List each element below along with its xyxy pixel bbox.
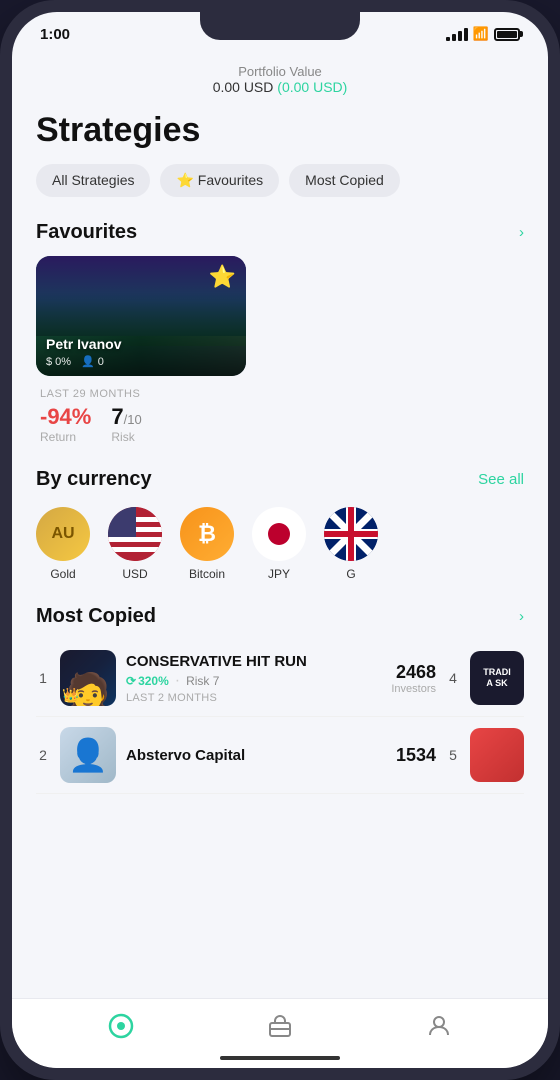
gold-label: Gold (50, 567, 75, 581)
copied-investors-2: 1534 (396, 745, 436, 766)
card-image: ⭐ Petr Ivanov $ 0% 👤 (36, 256, 246, 376)
page-title: Strategies (12, 107, 548, 164)
card-return-meta: $ 0% (46, 355, 71, 368)
btc-icon: ₿ (180, 507, 234, 561)
rank-right-1: 4 (446, 670, 460, 686)
dollar-icon: $ (46, 356, 52, 368)
copied-risk-1: Risk 7 (186, 674, 219, 688)
status-icons: 📶 (446, 26, 520, 42)
home-indicator (220, 1056, 340, 1060)
currency-title: By currency (36, 468, 152, 491)
currency-gold[interactable]: AU Gold (36, 507, 90, 581)
most-copied-link[interactable]: › (519, 608, 524, 625)
favourites-card[interactable]: ⭐ Petr Ivanov $ 0% 👤 (36, 256, 246, 444)
jpy-label: JPY (268, 567, 290, 581)
card-return-value: -94% (40, 404, 91, 430)
rank-1: 1 (36, 670, 50, 686)
gbp-label: G (346, 567, 355, 581)
return-arrow-icon: ⟳ (126, 674, 136, 688)
portfolio-label: Portfolio Value (32, 64, 528, 79)
signal-icon (446, 28, 468, 41)
currency-row: AU Gold USD ₿ Bitcoin (12, 503, 548, 601)
investors-label-1: Investors (391, 683, 436, 695)
card-copiers-meta: 👤 0 (81, 355, 104, 368)
copied-months-1: LAST 2 MONTHS (126, 692, 381, 704)
copied-item-2[interactable]: 2 👤 Abstervo Capital 1534 5 (36, 717, 524, 794)
chart-2 (470, 728, 524, 782)
rank-right-2: 5 (446, 747, 460, 763)
card-return-label: Return (40, 430, 91, 444)
card-info: Petr Ivanov $ 0% 👤 0 (46, 336, 121, 368)
favourites-section-header: Favourites › (12, 217, 548, 256)
portfolio-nav-icon (267, 1013, 293, 1045)
main-scroll[interactable]: Portfolio Value 0.00 USD (0.00 USD) Stra… (12, 56, 548, 998)
copied-info-1: CONSERVATIVE HIT RUN ⟳ 320% · Risk 7 LAS… (126, 653, 381, 704)
tab-most-copied[interactable]: Most Copied (289, 164, 400, 197)
rank-2: 2 (36, 747, 50, 763)
currency-section-header: By currency See all (12, 464, 548, 503)
nav-profile[interactable] (410, 1007, 468, 1051)
tab-favourites[interactable]: ⭐ Favourites (160, 164, 279, 197)
favourites-scroll: ⭐ Petr Ivanov $ 0% 👤 (12, 256, 548, 464)
card-stats: -94% Return 7/10 Risk (40, 404, 242, 444)
portfolio-value: 0.00 USD (0.00 USD) (32, 79, 528, 95)
phone-notch (200, 12, 360, 40)
card-duration-label: LAST 29 MONTHS (40, 388, 242, 400)
portfolio-header: Portfolio Value 0.00 USD (0.00 USD) (12, 56, 548, 107)
strategy-card-petr[interactable]: ⭐ Petr Ivanov $ 0% 👤 (36, 256, 246, 376)
favourites-link[interactable]: › (519, 224, 524, 241)
gbp-icon (324, 507, 378, 561)
currency-jpy[interactable]: JPY (252, 507, 306, 581)
card-star-icon: ⭐ (209, 264, 236, 290)
copied-info-2: Abstervo Capital (126, 747, 386, 764)
avatar-2: 👤 (60, 727, 116, 783)
strategies-nav-icon (108, 1013, 134, 1045)
person-icon: 👤 (81, 355, 95, 368)
most-copied-list: 1 🧑 👑 CONSERVATIVE HIT RUN ⟳ 320% (12, 640, 548, 794)
most-copied-header: Most Copied › (12, 601, 548, 640)
investors-count-2: 1534 (396, 745, 436, 766)
card-risk-label: Risk (111, 430, 141, 444)
investors-count-1: 2468 (391, 662, 436, 683)
copied-name-2: Abstervo Capital (126, 747, 386, 764)
phone-screen: 1:00 📶 Portfolio Value 0.00 (12, 12, 548, 1068)
card-stats-row: LAST 29 MONTHS -94% Return 7/10 Risk (36, 376, 246, 444)
nav-portfolio[interactable] (251, 1007, 309, 1051)
wifi-icon: 📶 (473, 26, 489, 42)
card-risk-stat: 7/10 Risk (111, 404, 141, 444)
usd-label: USD (122, 567, 147, 581)
favourites-title: Favourites (36, 221, 137, 244)
chart-1: TRADIA SK (470, 651, 524, 705)
currency-see-all[interactable]: See all (478, 471, 524, 488)
status-time: 1:00 (40, 26, 70, 43)
battery-icon (494, 28, 520, 41)
card-trader-name: Petr Ivanov (46, 336, 121, 352)
copied-item-1[interactable]: 1 🧑 👑 CONSERVATIVE HIT RUN ⟳ 320% (36, 640, 524, 717)
card-risk-value: 7/10 (111, 404, 141, 430)
avatar-1: 🧑 👑 (60, 650, 116, 706)
jpy-icon (252, 507, 306, 561)
copied-name-1: CONSERVATIVE HIT RUN (126, 653, 381, 670)
gold-icon: AU (36, 507, 90, 561)
currency-btc[interactable]: ₿ Bitcoin (180, 507, 234, 581)
profile-nav-icon (426, 1013, 452, 1045)
card-meta: $ 0% 👤 0 (46, 355, 121, 368)
copied-stats-row-1: ⟳ 320% · Risk 7 (126, 672, 381, 690)
filter-tabs: All Strategies ⭐ Favourites Most Copied (12, 164, 548, 217)
currency-gbp[interactable]: G (324, 507, 378, 581)
nav-strategies[interactable] (92, 1007, 150, 1051)
currency-usd[interactable]: USD (108, 507, 162, 581)
copied-investors-1: 2468 Investors (391, 662, 436, 695)
phone-frame: 1:00 📶 Portfolio Value 0.00 (0, 0, 560, 1080)
usd-icon (108, 507, 162, 561)
tab-all-strategies[interactable]: All Strategies (36, 164, 150, 197)
most-copied-title: Most Copied (36, 605, 156, 628)
card-return-stat: -94% Return (40, 404, 91, 444)
btc-label: Bitcoin (189, 567, 225, 581)
copied-return-1: ⟳ 320% (126, 674, 169, 688)
crown-icon: 👑 (62, 687, 79, 704)
